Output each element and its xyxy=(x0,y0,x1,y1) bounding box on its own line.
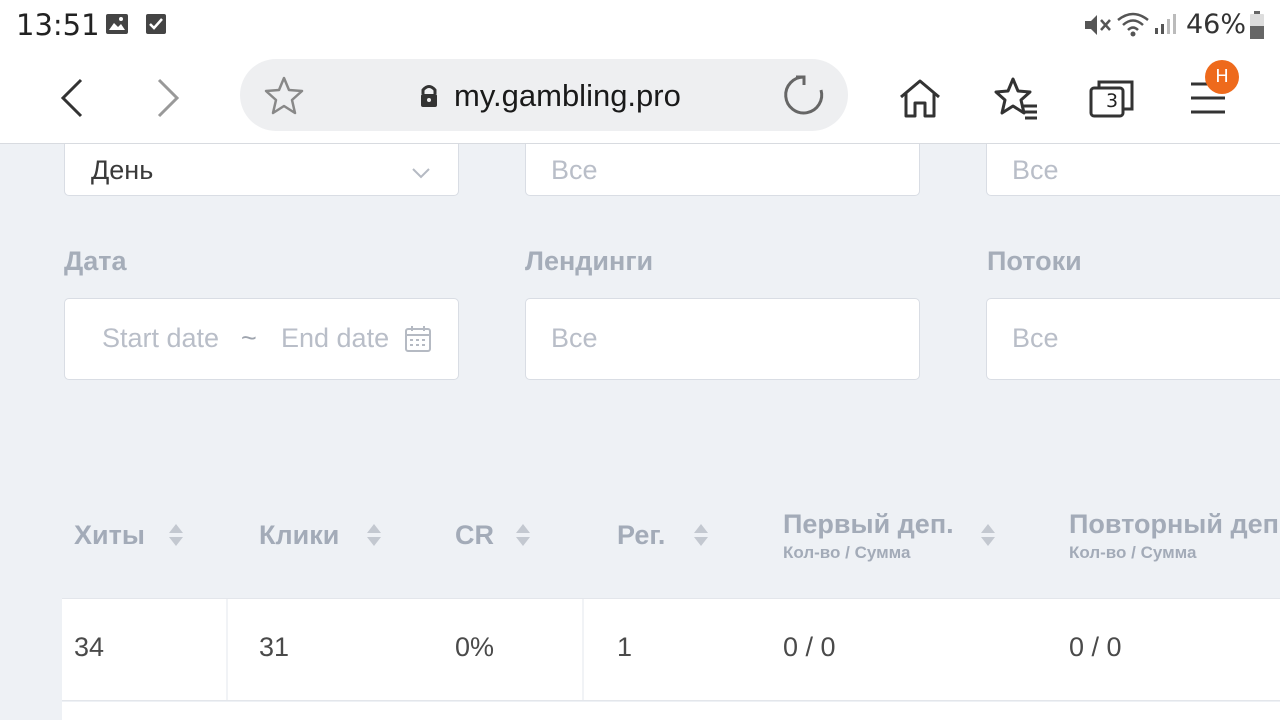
checkbox-icon xyxy=(146,14,166,34)
column-subheader-repeat-deposit: Кол-во / Сумма xyxy=(1069,543,1197,562)
home-icon xyxy=(900,79,940,118)
landings-select[interactable]: Все xyxy=(525,298,920,380)
wifi-icon xyxy=(1117,12,1149,37)
top-filter-3-select[interactable]: Все xyxy=(986,144,1280,196)
battery-icon xyxy=(1250,11,1264,39)
cell-registrations: 1 xyxy=(617,632,633,662)
period-select-value: День xyxy=(91,155,154,185)
status-bar: 13:51 46% xyxy=(0,0,1280,50)
bookmark-star-icon[interactable] xyxy=(263,75,305,115)
signal-icon xyxy=(1155,14,1176,34)
date-label: Дата xyxy=(64,246,127,276)
bookmarks-button[interactable] xyxy=(990,72,1042,124)
battery-percent: 46% xyxy=(1186,9,1247,40)
lock-icon xyxy=(421,85,437,107)
cell-hits: 34 xyxy=(74,632,105,662)
sort-icon[interactable] xyxy=(168,522,184,548)
browser-toolbar: my.gambling.pro 3 xyxy=(0,50,1280,144)
chevron-down-icon xyxy=(412,168,430,179)
cell-clicks: 31 xyxy=(259,632,290,662)
menu-notification-badge: H xyxy=(1205,60,1239,94)
streams-label: Потоки xyxy=(987,246,1082,276)
mute-icon xyxy=(1085,15,1111,35)
date-range-picker[interactable]: Start date ~ End date xyxy=(64,298,459,380)
column-header-registrations[interactable]: Рег. xyxy=(617,520,665,551)
image-icon xyxy=(106,14,128,34)
period-select[interactable]: День xyxy=(64,144,459,196)
sort-icon[interactable] xyxy=(693,522,709,548)
status-time: 13:51 xyxy=(16,8,100,42)
end-date-input[interactable]: End date xyxy=(281,323,389,354)
reload-icon[interactable] xyxy=(782,73,826,117)
streams-placeholder: Все xyxy=(1012,323,1059,353)
column-header-cr[interactable]: CR xyxy=(455,520,494,551)
cell-cr: 0% xyxy=(455,632,495,662)
column-subheader-first-deposit: Кол-во / Сумма xyxy=(783,543,911,562)
date-range-separator: ~ xyxy=(241,323,257,353)
home-button[interactable] xyxy=(894,72,946,124)
landings-label: Лендинги xyxy=(525,246,654,276)
landings-placeholder: Все xyxy=(551,323,598,353)
start-date-input[interactable]: Start date xyxy=(102,323,219,354)
back-button[interactable] xyxy=(46,72,98,124)
streams-select[interactable]: Все xyxy=(986,298,1280,380)
cell-first-deposit: 0 / 0 xyxy=(783,632,836,662)
calendar-icon xyxy=(405,326,431,352)
table-row xyxy=(62,702,1280,720)
address-bar[interactable]: my.gambling.pro xyxy=(240,59,848,131)
chevron-left-icon xyxy=(60,78,83,118)
column-header-hits[interactable]: Хиты xyxy=(74,520,145,551)
tabs-button[interactable]: 3 xyxy=(1086,72,1138,124)
tab-count: 3 xyxy=(1105,90,1119,112)
cell-repeat-deposit: 0 / 0 xyxy=(1069,632,1122,662)
column-header-repeat-deposit[interactable]: Повторный деп xyxy=(1069,509,1279,540)
top-filter-2-placeholder: Все xyxy=(551,155,598,185)
page-content: День Все Все Дата Лендинги Потоки Start … xyxy=(0,144,1280,720)
url-text: my.gambling.pro xyxy=(454,78,681,113)
sort-icon[interactable] xyxy=(366,522,382,548)
column-header-clicks[interactable]: Клики xyxy=(259,520,339,551)
column-header-first-deposit[interactable]: Первый деп. xyxy=(783,509,954,540)
cell-divider-shade xyxy=(226,599,228,700)
sort-icon[interactable] xyxy=(515,522,531,548)
bookmarks-list-icon xyxy=(994,77,1037,120)
table-row: 34 31 0% 1 0 / 0 0 / 0 xyxy=(62,598,1280,701)
sort-icon[interactable] xyxy=(980,522,996,548)
cell-divider-shade xyxy=(582,599,584,700)
forward-button[interactable] xyxy=(142,72,194,124)
top-filter-3-placeholder: Все xyxy=(1012,155,1059,185)
top-filter-2-select[interactable]: Все xyxy=(525,144,920,196)
chevron-right-icon xyxy=(157,78,180,118)
